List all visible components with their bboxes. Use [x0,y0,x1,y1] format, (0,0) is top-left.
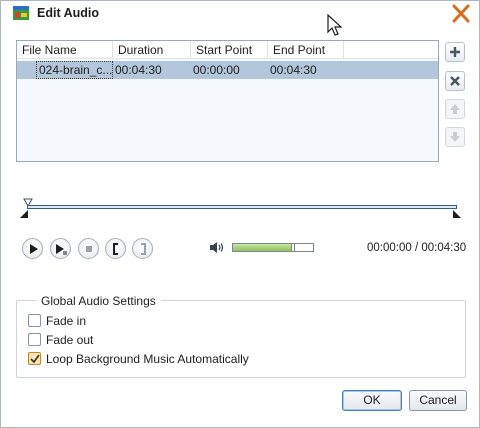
group-title: Global Audio Settings [36,294,161,308]
stop-icon [86,246,92,252]
dialog-title: Edit Audio [37,6,100,20]
time-display: 00:00:00 / 00:04:30 [367,242,467,254]
column-header-end-point[interactable]: End Point [268,41,344,59]
volume-slider[interactable] [232,243,314,252]
title-bar[interactable]: Edit Audio [1,1,479,27]
column-header-duration[interactable]: Duration [113,41,191,59]
mouse-cursor-icon [327,14,343,36]
play-selection-icon [56,244,67,255]
table-row[interactable]: 024-brain_c... 00:04:30 00:00:00 00:04:3… [17,61,438,79]
column-header-file-name[interactable]: File Name [17,41,113,59]
play-selection-button[interactable] [50,238,71,259]
app-audio-icon [13,6,29,20]
list-header: File Name Duration Start Point End Point [17,41,438,59]
stop-button[interactable] [78,238,99,259]
play-button[interactable] [22,238,43,259]
audio-file-list[interactable]: File Name Duration Start Point End Point… [16,40,439,162]
cell-duration: 00:04:30 [115,63,162,77]
mark-in-button[interactable] [105,238,126,259]
mark-out-icon [141,243,146,255]
start-point-marker[interactable] [20,210,29,218]
edit-audio-dialog: Edit Audio File Name Duration Start Poin… [0,0,480,428]
close-icon[interactable] [451,4,471,23]
cell-file-name: 024-brain_c... [36,61,113,79]
mark-out-button[interactable] [132,238,153,259]
column-header-start-point[interactable]: Start Point [191,41,268,59]
cancel-button[interactable]: Cancel [409,390,467,411]
fade-in-checkbox[interactable] [28,314,41,327]
end-point-marker[interactable] [452,210,461,218]
remove-icon [450,76,460,86]
fade-out-checkbox[interactable] [28,333,41,346]
move-up-icon [450,104,460,114]
ok-button[interactable]: OK [342,390,402,411]
move-down-button[interactable] [445,127,465,147]
move-up-button[interactable] [445,99,465,119]
cell-end-point: 00:04:30 [270,63,317,77]
volume-icon[interactable] [209,241,225,254]
remove-button[interactable] [445,71,465,91]
cell-start-point: 00:00:00 [193,63,240,77]
play-icon [30,244,38,254]
checkmark-icon [30,354,40,364]
volume-fill [233,244,293,251]
loop-background-music-checkbox[interactable] [28,352,41,365]
move-down-icon [450,132,460,142]
timeline-track[interactable] [27,205,457,209]
add-icon [450,47,460,57]
volume-thumb[interactable] [291,243,295,252]
fade-out-label: Fade out [46,333,94,347]
fade-in-label: Fade in [46,314,87,328]
mark-in-icon [113,243,118,255]
loop-background-music-label: Loop Background Music Automatically [46,352,249,366]
add-button[interactable] [445,42,465,62]
